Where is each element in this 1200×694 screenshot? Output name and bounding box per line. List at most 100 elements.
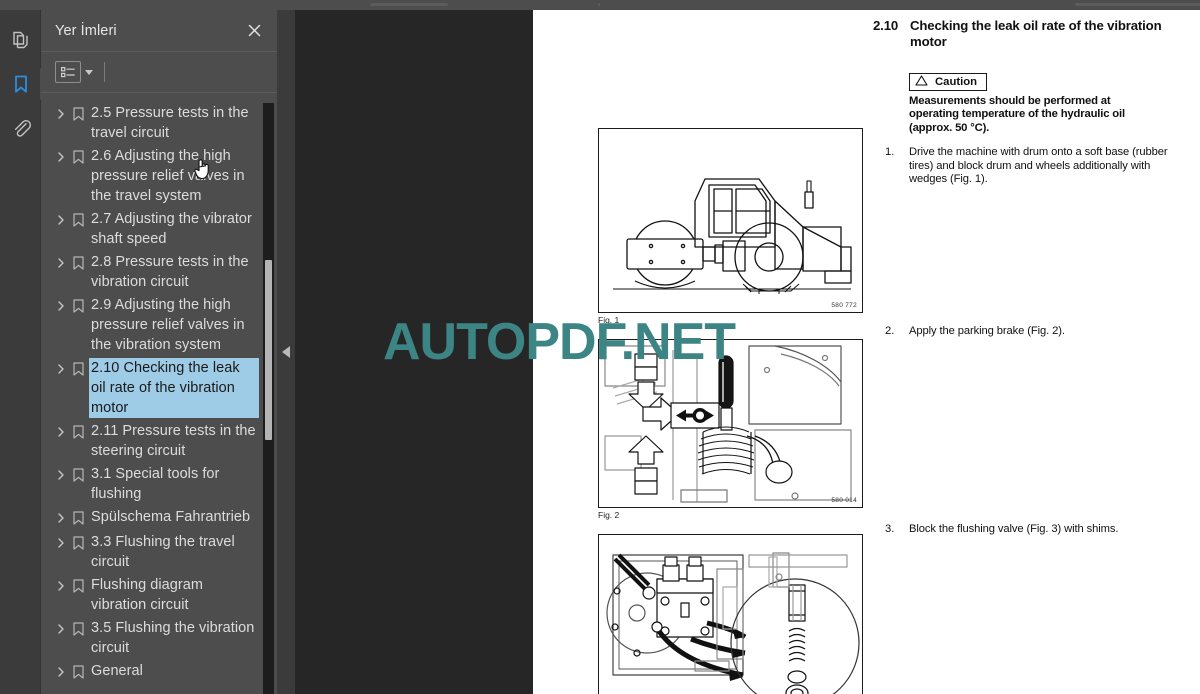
bookmark-icon [68, 295, 88, 317]
single-drum-roller-drawing [613, 178, 852, 294]
bookmark-item[interactable]: 2.7 Adjusting the vibrator shaft speed [41, 209, 277, 249]
bookmark-label: 2.7 Adjusting the vibrator shaft speed [91, 211, 252, 247]
document-text-column: 2.10 Checking the leak oil rate of the v… [873, 18, 1173, 536]
pages-icon [10, 29, 32, 51]
caution-label: Caution [935, 76, 978, 88]
bookmark-icon [68, 532, 88, 554]
figure-3 [598, 534, 863, 694]
bookmark-icon [68, 358, 88, 380]
figure-2-caption: Fig. 2 [598, 510, 620, 520]
bookmark-item[interactable]: 2.11 Pressure tests in the steering circ… [41, 421, 277, 461]
window-top-bar [0, 0, 1200, 10]
chevron-right-icon[interactable] [53, 532, 68, 554]
warning-triangle-icon [915, 75, 928, 89]
pdf-viewer-area[interactable]: 580 772 Fig. 1 580 014 Fig. 2 2.10 Check… [295, 10, 1200, 694]
bookmark-label: Flushing diagram vibration circuit [91, 577, 204, 613]
step-1-number: 1. [885, 146, 895, 159]
bookmark-scrollbar-track[interactable] [263, 103, 274, 694]
sidebar-collapse-handle[interactable] [277, 10, 295, 694]
figure-2: 580 014 [598, 339, 863, 508]
step-3-number: 3. [885, 522, 895, 535]
bookmark-list[interactable]: 2.5 Pressure tests in the travel circuit… [41, 94, 277, 694]
figure-1: 580 772 [598, 128, 863, 313]
flushing-valve-drawing [606, 552, 860, 694]
parking-brake-lever-drawing [604, 345, 852, 503]
bookmark-item[interactable]: 2.6 Adjusting the high pressure relief v… [41, 146, 277, 206]
bookmark-scrollbar-thumb[interactable] [265, 260, 272, 440]
step-3-text: Block the flushing valve (Fig. 3) with s… [909, 522, 1119, 535]
chevron-right-icon[interactable] [53, 358, 68, 380]
chevron-down-icon[interactable] [82, 61, 96, 83]
topbar-notch-2 [598, 3, 600, 6]
sidebar-item-pages[interactable] [0, 18, 41, 62]
step-1: 1. Drive the machine with drum onto a so… [885, 146, 1170, 186]
figure-column: 580 772 Fig. 1 580 014 Fig. 2 [598, 128, 863, 694]
bookmark-label: 2.11 Pressure tests in the steering circ… [91, 423, 256, 459]
figure-2-number: 580 014 [831, 497, 857, 504]
bookmark-icon [68, 575, 88, 597]
chevron-right-icon[interactable] [53, 575, 68, 597]
panel-title: Yer İmleri [55, 22, 117, 39]
chevron-right-icon[interactable] [53, 507, 68, 529]
bookmark-item[interactable]: 3.5 Flushing the vibration circuit [41, 618, 277, 658]
section-number: 2.10 [873, 18, 899, 33]
bookmark-item[interactable]: Spülschema Fahrantrieb [41, 507, 277, 529]
bookmark-icon [68, 507, 88, 529]
bookmark-icon [68, 146, 88, 168]
bookmark-label: General [91, 663, 143, 679]
close-icon[interactable] [241, 18, 267, 44]
bookmark-item[interactable]: 2.5 Pressure tests in the travel circuit [41, 103, 277, 143]
bookmark-item[interactable]: 3.3 Flushing the travel circuit [41, 532, 277, 572]
bookmark-item[interactable]: 2.10 Checking the leak oil rate of the v… [41, 357, 277, 419]
bookmark-item[interactable]: General [41, 661, 277, 683]
figure-1-number: 580 772 [831, 302, 857, 309]
step-2: 2. Apply the parking brake (Fig. 2). [885, 325, 1170, 338]
list-options-icon[interactable] [55, 61, 81, 83]
chevron-right-icon[interactable] [53, 464, 68, 486]
figure-1-caption: Fig. 1 [598, 315, 620, 325]
chevron-right-icon[interactable] [53, 421, 68, 443]
bookmark-item[interactable]: Flushing diagram vibration circuit [41, 575, 277, 615]
bookmark-label: 2.10 Checking the leak oil rate of the v… [88, 357, 260, 419]
bookmark-icon [68, 464, 88, 486]
step-2-number: 2. [885, 325, 895, 338]
bookmark-icon [68, 252, 88, 274]
bookmarks-toolbar [41, 52, 277, 93]
bookmark-label: 3.5 Flushing the vibration circuit [91, 620, 255, 656]
pdf-page: 580 772 Fig. 1 580 014 Fig. 2 2.10 Check… [533, 10, 1200, 694]
toolbar-separator [104, 62, 105, 82]
sidebar-item-attachments[interactable] [0, 106, 41, 150]
left-icon-rail [0, 10, 49, 694]
chevron-right-icon[interactable] [53, 209, 68, 231]
bookmark-item[interactable]: 2.9 Adjusting the high pressure relief v… [41, 295, 277, 355]
pdf-reader-window: Yer İmleri 2.5 Pressure tests in the tra… [0, 0, 1200, 694]
section-title: Checking the leak oil rate of the vibrat… [910, 18, 1162, 49]
bookmark-item[interactable]: 3.1 Special tools for flushing [41, 464, 277, 504]
bookmark-label: Spülschema Fahrantrieb [91, 509, 251, 525]
step-2-text: Apply the parking brake (Fig. 2). [909, 325, 1065, 338]
step-1-text: Drive the machine with drum onto a soft … [909, 146, 1168, 186]
chevron-right-icon[interactable] [53, 661, 68, 683]
chevron-right-icon[interactable] [53, 252, 68, 274]
chevron-right-icon[interactable] [53, 295, 68, 317]
bookmark-label: 3.1 Special tools for flushing [91, 466, 220, 502]
caution-badge: Caution [909, 73, 988, 91]
sidebar-item-bookmarks[interactable] [0, 62, 49, 106]
topbar-notch-3 [1075, 3, 1200, 6]
bookmarks-panel-header: Yer İmleri [41, 10, 277, 52]
topbar-notch-1 [370, 3, 448, 6]
bookmarks-panel: Yer İmleri 2.5 Pressure tests in the tra… [41, 10, 277, 694]
chevron-right-icon[interactable] [53, 103, 68, 125]
page-title: 2.10 Checking the leak oil rate of the v… [873, 18, 1173, 50]
chevron-right-icon[interactable] [53, 618, 68, 640]
bookmark-item[interactable]: 2.8 Pressure tests in the vibration circ… [41, 252, 277, 292]
attachment-icon [10, 117, 32, 139]
chevron-right-icon[interactable] [53, 146, 68, 168]
bookmark-label: 2.8 Pressure tests in the vibration circ… [91, 254, 249, 290]
bookmark-label: 2.6 Adjusting the high pressure relief v… [91, 148, 245, 204]
bookmark-icon [68, 618, 88, 640]
step-3: 3. Block the flushing valve (Fig. 3) wit… [885, 523, 1170, 536]
bookmark-icon [10, 73, 32, 95]
bookmark-icon [68, 421, 88, 443]
caution-block: Caution Measurements should be performed… [909, 73, 1154, 135]
